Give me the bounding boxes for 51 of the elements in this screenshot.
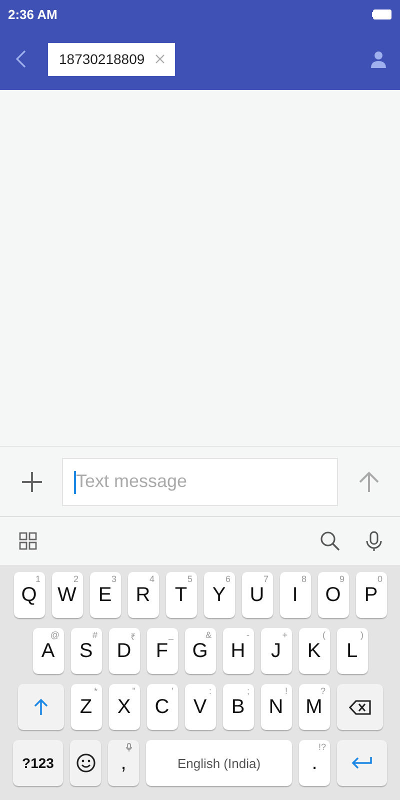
symbols-key[interactable]: ?123 [13,740,63,786]
battery-icon [372,8,392,20]
backspace-key[interactable] [336,684,382,730]
key[interactable]: ) L [336,628,368,674]
key[interactable]: * Z [70,684,102,730]
key[interactable]: 4 R [128,572,158,618]
mic-icon[interactable] [366,530,382,552]
key[interactable]: 2 W [52,572,82,618]
key[interactable]: ! N [260,684,292,730]
space-bar[interactable]: English (India) [146,740,292,786]
contact-icon[interactable] [371,50,386,68]
search-icon[interactable] [320,531,340,551]
grid-icon[interactable] [19,532,37,550]
text-cursor [74,470,76,494]
key[interactable]: ; B [222,684,254,730]
key[interactable]: @ A [32,628,64,674]
key[interactable]: 8 I [280,572,310,618]
emoji-key[interactable] [70,740,101,786]
comma-key[interactable]: , [108,740,139,786]
shift-arrow-icon [32,698,48,716]
key[interactable]: ? M [298,684,330,730]
key[interactable]: 0 P [356,572,386,618]
key[interactable]: 7 U [242,572,272,618]
key[interactable]: 6 Y [204,572,234,618]
backspace-icon [348,700,370,714]
plus-icon[interactable] [22,472,42,492]
key[interactable]: & G [184,628,216,674]
status-time: 2:36 AM [8,6,58,22]
key[interactable]: " X [108,684,140,730]
message-field[interactable]: Text message [62,458,338,506]
key[interactable]: ₹ D [108,628,140,674]
key[interactable]: !? . [299,740,330,786]
key[interactable]: + J [260,628,292,674]
close-icon [154,54,165,64]
key[interactable]: ' C [146,684,178,730]
recipient-chip[interactable]: 18730218809 [48,42,175,76]
key[interactable]: _ F [146,628,178,674]
enter-icon [351,756,373,770]
back-icon[interactable] [16,50,26,68]
enter-key[interactable] [337,740,387,786]
key[interactable]: : V [184,684,216,730]
key[interactable]: # S [70,628,102,674]
mic-icon [126,743,132,752]
key[interactable]: 1 Q [14,572,44,618]
smiley-icon [76,753,96,773]
key[interactable]: ( K [298,628,330,674]
key[interactable]: 3 E [90,572,120,618]
key[interactable]: - H [222,628,254,674]
key[interactable]: 5 T [166,572,196,618]
key[interactable]: 9 O [318,572,348,618]
shift-key[interactable] [18,684,64,730]
